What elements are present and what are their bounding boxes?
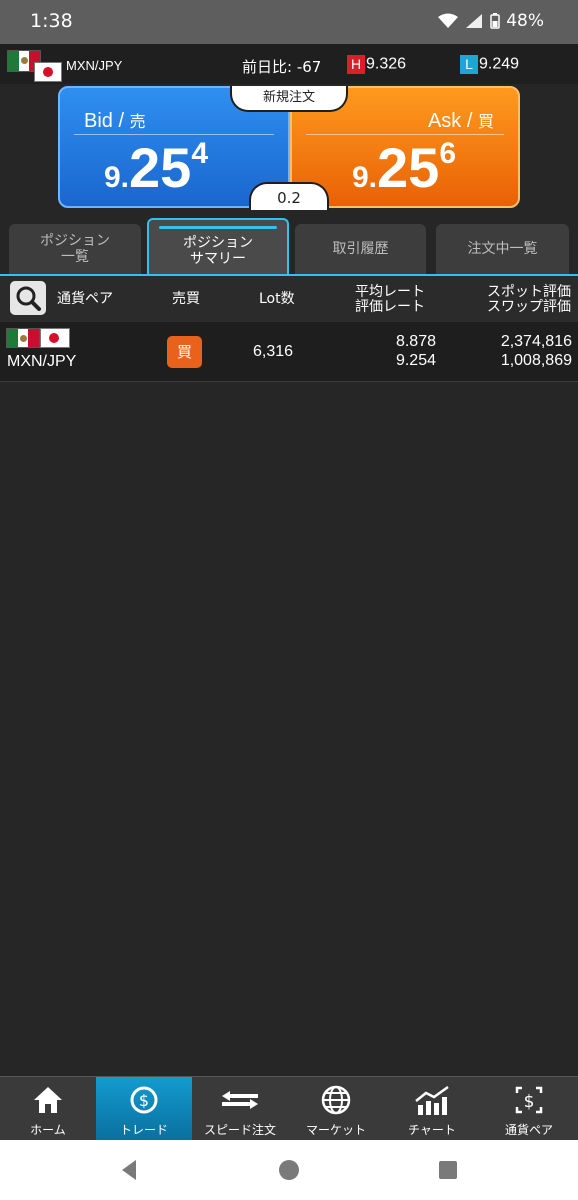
nav-label: マーケット — [305, 1123, 366, 1137]
spread-value: 0.2 — [249, 182, 329, 210]
battery-percent: 48% — [506, 11, 544, 31]
high-rate: H 9.326 — [347, 55, 406, 74]
header-pair: 通貨ペア — [57, 291, 113, 307]
header-avg-rate: 平均レート — [355, 284, 425, 300]
table-row[interactable]: MXN/JPY 買 6,316 8.878 9.254 2,374,816 1,… — [0, 322, 578, 382]
chart-icon — [415, 1085, 449, 1115]
search-icon — [16, 286, 41, 311]
wifi-icon — [438, 13, 459, 29]
bid-price-pip: 4 — [191, 137, 209, 170]
mexico-flag-icon — [6, 328, 40, 348]
nav-market[interactable]: マーケット — [288, 1077, 384, 1141]
home-icon — [34, 1087, 62, 1113]
nav-chart[interactable]: チャート — [384, 1077, 480, 1141]
ask-title: Ask / 買 — [427, 110, 494, 132]
row-lots: 6,316 — [253, 343, 294, 360]
bid-sub-label: 売 — [129, 114, 146, 131]
high-badge: H — [347, 55, 365, 74]
status-bar: 1:38 48% — [0, 0, 578, 44]
back-icon[interactable] — [118, 1158, 140, 1182]
bid-price-main: 25 — [129, 136, 192, 199]
row-spot-eval: 2,374,816 — [500, 333, 572, 350]
ask-label: Ask — [427, 110, 462, 132]
nav-label: ホーム — [30, 1123, 66, 1137]
row-avg-rate: 8.878 — [395, 333, 436, 350]
tab-bar: ポジション 一覧 ポジション サマリー 取引履歴 注文中一覧 — [0, 218, 578, 276]
tab-position-summary[interactable]: ポジション サマリー — [147, 218, 289, 276]
tab-label-line1: ポジション — [40, 233, 110, 249]
bid-title: Bid / 売 — [84, 110, 146, 132]
table-header: 通貨ペア 売買 Lot数 平均レート 評価レート スポット評価 スワップ評価 — [0, 276, 578, 322]
bid-price: 9.254 — [104, 135, 208, 200]
tab-position-list[interactable]: ポジション 一覧 — [9, 224, 141, 274]
tab-label-line2: サマリー — [190, 251, 246, 267]
row-swap-eval: 1,008,869 — [500, 352, 572, 369]
home-circle-icon[interactable] — [277, 1158, 301, 1182]
low-badge: L — [460, 55, 478, 74]
tab-pending-orders[interactable]: 注文中一覧 — [436, 224, 569, 274]
bottom-navigation: ホーム $ トレード スピード注文 マーケット チャート $ 通貨ペア — [0, 1076, 578, 1141]
nav-trade[interactable]: $ トレード — [96, 1077, 192, 1141]
nav-label: スピード注文 — [203, 1123, 276, 1137]
nav-speed-order[interactable]: スピード注文 — [192, 1077, 288, 1141]
ask-sub-label: 買 — [477, 114, 494, 131]
battery-icon — [490, 13, 500, 29]
speed-order-icon — [222, 1091, 258, 1109]
system-navigation-bar — [0, 1140, 578, 1200]
low-rate: L 9.249 — [460, 55, 519, 74]
high-value: 9.326 — [366, 55, 407, 73]
tab-label: 取引履歴 — [332, 241, 389, 257]
row-eval-rate: 9.254 — [395, 352, 436, 369]
status-time: 1:38 — [30, 10, 73, 32]
nav-home[interactable]: ホーム — [0, 1077, 96, 1141]
tab-label-line1: ポジション — [183, 235, 253, 251]
svg-text:$: $ — [139, 1091, 149, 1110]
ask-price-main: 25 — [377, 136, 440, 199]
trade-icon: $ — [130, 1086, 158, 1114]
active-tab-indicator — [159, 226, 277, 229]
buy-badge: 買 — [167, 336, 202, 368]
bid-price-prefix: 9. — [104, 161, 130, 194]
row-pair: MXN/JPY — [7, 353, 77, 370]
tab-trade-history[interactable]: 取引履歴 — [295, 224, 426, 274]
header-eval-rate: 評価レート — [355, 299, 425, 315]
new-order-label: 新規注文 — [230, 86, 348, 112]
header-side: 売買 — [172, 291, 200, 307]
previous-day-change: 前日比: -67 — [242, 58, 322, 76]
ask-price-prefix: 9. — [352, 161, 378, 194]
nav-label: チャート — [408, 1123, 456, 1137]
nav-label: トレード — [119, 1123, 168, 1137]
currency-pair-icon: $ — [515, 1086, 543, 1114]
low-value: 9.249 — [479, 55, 520, 73]
tab-label-line2: 一覧 — [61, 249, 89, 265]
bid-label: Bid — [84, 110, 113, 132]
tab-label: 注文中一覧 — [467, 241, 538, 257]
header-lots: Lot数 — [259, 291, 295, 307]
pair-label: MXN/JPY — [66, 58, 123, 73]
ask-price: 9.256 — [352, 135, 456, 200]
globe-icon — [321, 1085, 351, 1115]
search-button[interactable] — [10, 281, 46, 315]
japan-flag-icon — [34, 62, 62, 82]
header-spot-eval: スポット評価 — [487, 284, 571, 300]
header-rates: 平均レート 評価レート — [355, 285, 425, 315]
recents-icon[interactable] — [437, 1159, 459, 1181]
nav-label: 通貨ペア — [504, 1123, 553, 1137]
svg-text:$: $ — [524, 1092, 535, 1112]
nav-currency-pair[interactable]: $ 通貨ペア — [480, 1077, 578, 1141]
header-swap-eval: スワップ評価 — [487, 299, 571, 315]
japan-flag-icon — [40, 328, 70, 348]
rate-header[interactable]: MXN/JPY 前日比: -67 H 9.326 L 9.249 — [0, 44, 578, 84]
header-evaluations: スポット評価 スワップ評価 — [487, 285, 571, 315]
signal-icon — [464, 13, 484, 29]
ask-price-pip: 6 — [439, 137, 457, 170]
